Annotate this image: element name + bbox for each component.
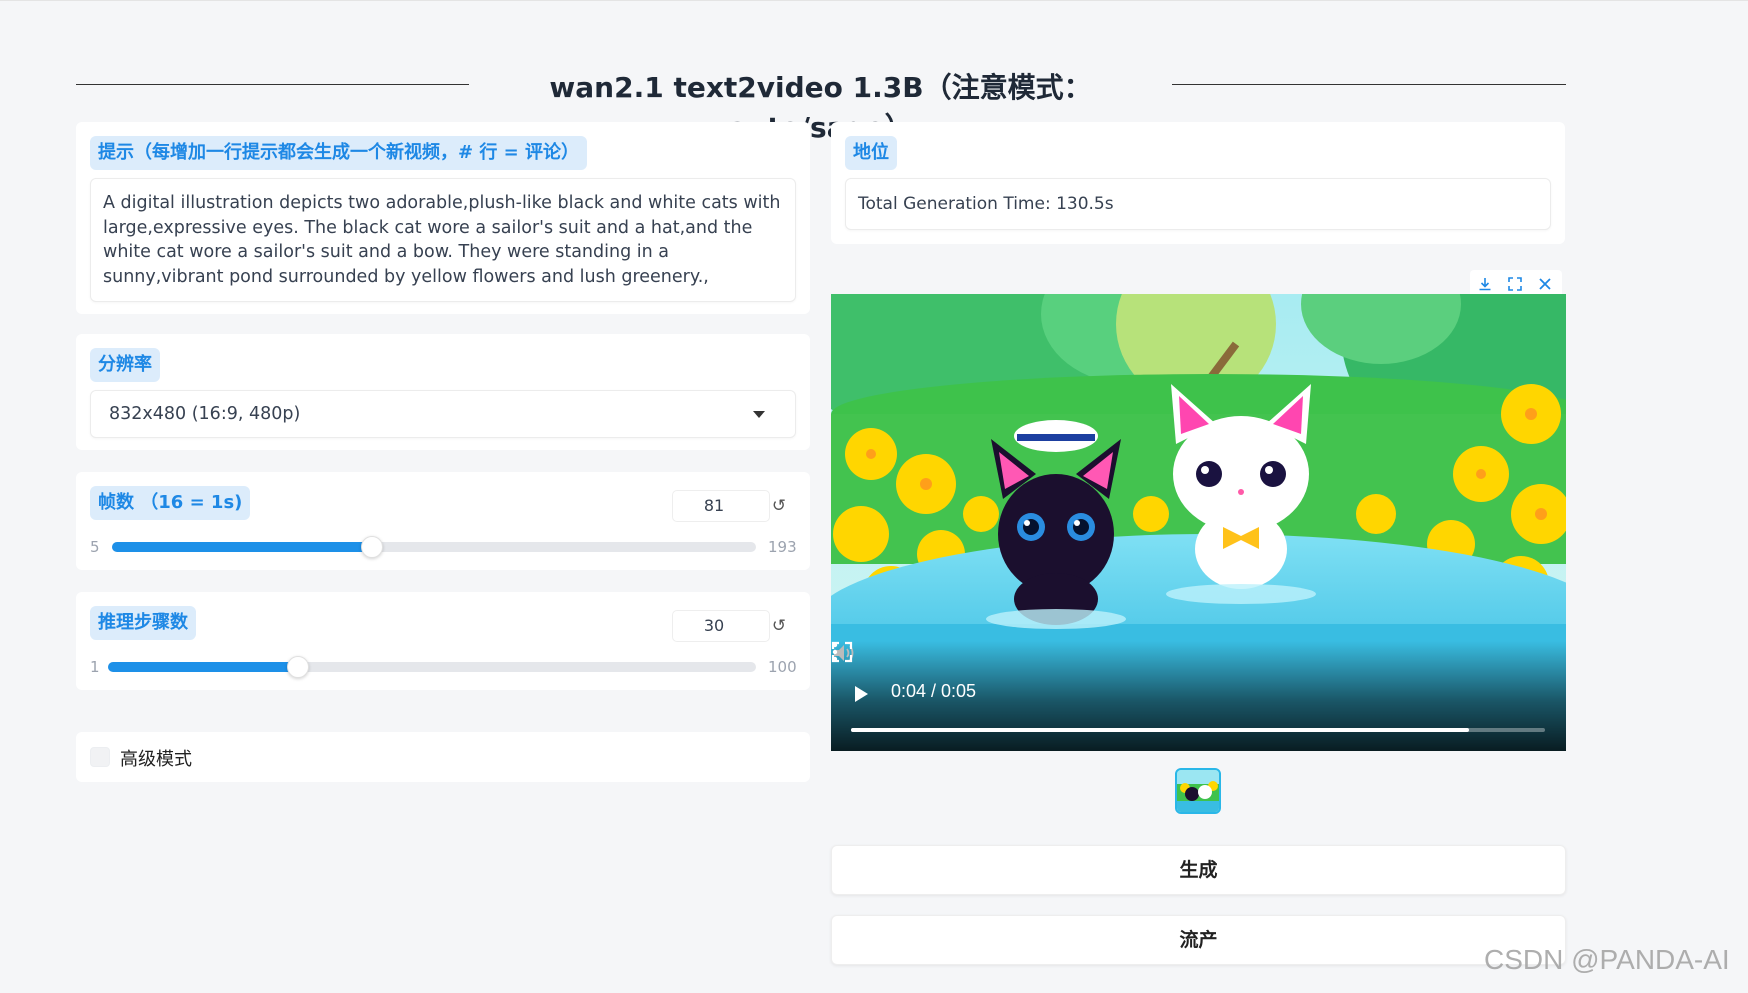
frames-label: 帧数 （16 = 1s) bbox=[90, 486, 251, 520]
generation-time-field[interactable]: Total Generation Time: 130.5s bbox=[845, 178, 1551, 230]
steps-panel: 推理步骤数 30 ↺ 1 100 bbox=[76, 592, 810, 690]
frames-slider[interactable] bbox=[112, 536, 756, 558]
resolution-label: 分辨率 bbox=[90, 348, 160, 382]
steps-slider-thumb[interactable] bbox=[286, 656, 309, 678]
watermark: CSDN @PANDA-AI bbox=[1484, 944, 1730, 975]
steps-label: 推理步骤数 bbox=[90, 606, 196, 640]
frames-min-label: 5 bbox=[90, 538, 100, 556]
frames-number-input[interactable]: 81 bbox=[672, 490, 770, 522]
prompt-label: 提示（每增加一行提示都会生成一个新视频，# 行 = 评论） bbox=[90, 136, 587, 170]
chevron-down-icon bbox=[753, 411, 765, 418]
steps-slider-fill bbox=[108, 662, 298, 672]
page-header: wan2.1 text2video 1.3B（注意模式：auto/sage） bbox=[76, 58, 1566, 144]
frames-slider-thumb[interactable] bbox=[361, 536, 384, 558]
frames-reset-icon[interactable]: ↺ bbox=[762, 490, 796, 522]
steps-min-label: 1 bbox=[90, 658, 100, 676]
more-options-icon[interactable] bbox=[831, 641, 839, 663]
top-divider bbox=[0, 0, 1748, 1]
video-seek-bar[interactable] bbox=[851, 728, 1545, 732]
prompt-panel: 提示（每增加一行提示都会生成一个新视频，# 行 = 评论） A digital … bbox=[76, 122, 810, 314]
video-player[interactable]: 0:04 / 0:05 bbox=[831, 294, 1566, 751]
resolution-panel: 分辨率 832x480 (16:9, 480p) bbox=[76, 334, 810, 450]
video-controls: 0:04 / 0:05 bbox=[831, 641, 1566, 751]
frames-slider-fill bbox=[112, 542, 373, 552]
generate-button[interactable]: 生成 bbox=[831, 845, 1566, 895]
stream-button[interactable]: 流产 bbox=[831, 915, 1566, 965]
advanced-mode-label: 高级模式 bbox=[120, 749, 192, 770]
advanced-panel: 高级模式 bbox=[76, 732, 810, 782]
location-label: 地位 bbox=[845, 136, 897, 170]
steps-number-input[interactable]: 30 bbox=[672, 610, 770, 642]
steps-slider[interactable] bbox=[108, 656, 756, 678]
header-rule-left bbox=[76, 84, 469, 85]
play-icon[interactable] bbox=[855, 686, 868, 702]
advanced-mode-checkbox[interactable] bbox=[90, 747, 110, 767]
location-panel: 地位 Total Generation Time: 130.5s bbox=[831, 122, 1565, 244]
resolution-dropdown[interactable]: 832x480 (16:9, 480p) bbox=[90, 390, 796, 438]
video-thumbnail[interactable] bbox=[1175, 768, 1221, 814]
frames-max-label: 193 bbox=[768, 538, 797, 556]
steps-reset-icon[interactable]: ↺ bbox=[762, 610, 796, 642]
header-rule-right bbox=[1172, 84, 1566, 85]
thumbnail-image bbox=[1177, 770, 1219, 812]
steps-max-label: 100 bbox=[768, 658, 797, 676]
video-seek-progress bbox=[851, 728, 1469, 732]
prompt-textarea[interactable]: A digital illustration depicts two adora… bbox=[90, 178, 796, 302]
video-time-display: 0:04 / 0:05 bbox=[891, 681, 977, 701]
resolution-selected-value: 832x480 (16:9, 480p) bbox=[109, 404, 301, 424]
frames-panel: 帧数 （16 = 1s) 81 ↺ 5 193 bbox=[76, 472, 810, 570]
